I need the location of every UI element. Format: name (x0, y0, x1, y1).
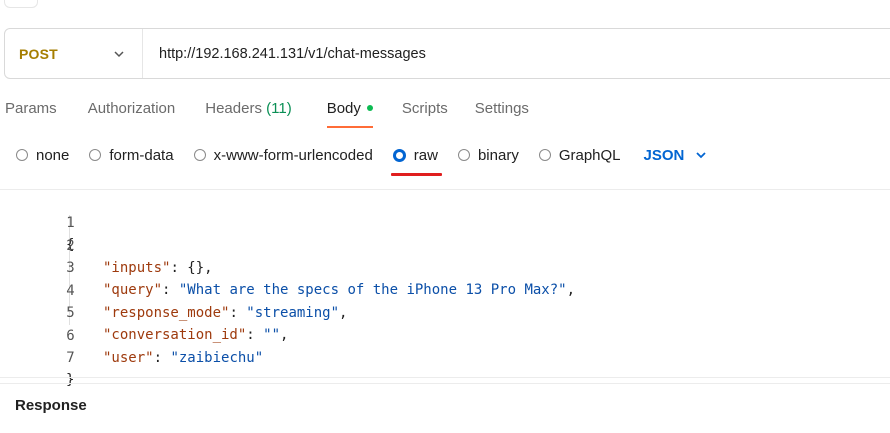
line-number: 3 (66, 260, 75, 276)
radio-none[interactable]: none (16, 140, 69, 170)
divider (0, 383, 890, 384)
json-value: {} (187, 260, 205, 276)
tab-label: Body (326, 100, 361, 117)
radio-label: x-www-form-urlencoded (213, 146, 373, 164)
json-key: "user" (103, 350, 154, 366)
method-dropdown[interactable]: POST (5, 29, 143, 78)
request-tabs: Params Authorization Headers (11) Body S… (0, 96, 529, 130)
line-number: 5 (66, 305, 75, 321)
radio-circle-icon (16, 149, 28, 161)
code-line: 7 } (0, 325, 75, 388)
top-tab-stub (4, 0, 38, 8)
radio-label: form-data (109, 146, 174, 164)
code-editor[interactable]: 1 { 2 "inputs": {}, 3 "query": "What are… (0, 190, 890, 388)
json-trail: , (204, 260, 213, 276)
radio-selected-icon (392, 148, 406, 162)
language-dropdown[interactable]: JSON (644, 147, 709, 164)
language-label: JSON (643, 146, 685, 164)
tab-label: Scripts (401, 100, 448, 117)
body-type-selector: none form-data x-www-form-urlencoded raw… (0, 140, 709, 176)
chevron-down-icon (696, 152, 707, 159)
tab-settings[interactable]: Settings (475, 96, 529, 130)
tab-label: Headers (205, 100, 262, 117)
body-active-dot (366, 105, 373, 112)
url-bar: POST http://192.168.241.131/v1/chat-mess… (4, 28, 890, 79)
radio-raw[interactable]: raw (390, 140, 443, 176)
tab-label: Authorization (87, 100, 176, 117)
radio-label: binary (477, 146, 519, 164)
radio-x-www-form-urlencoded[interactable]: x-www-form-urlencoded (193, 140, 373, 170)
json-key: "conversation_id" (103, 327, 247, 343)
tab-headers[interactable]: Headers (11) (205, 96, 291, 130)
tab-body[interactable]: Body (326, 96, 374, 130)
json-key: "response_mode" (103, 305, 230, 321)
json-trail: , (566, 282, 576, 298)
json-trail: , (339, 305, 348, 321)
code-line: 2 "inputs": {}, (0, 213, 212, 276)
json-value: "" (263, 327, 281, 343)
tab-authorization[interactable]: Authorization (88, 96, 176, 130)
radio-label: GraphQL (558, 146, 621, 164)
json-value: "zaibiechu" (170, 350, 264, 366)
radio-form-data[interactable]: form-data (89, 140, 174, 170)
line-number: 7 (66, 350, 75, 366)
chevron-down-icon (114, 50, 124, 57)
radio-binary[interactable]: binary (457, 140, 519, 170)
line-number: 1 (66, 215, 75, 231)
close-brace: } (66, 372, 75, 388)
json-value: "streaming" (246, 305, 340, 321)
code-line: 1 { (0, 190, 75, 253)
code-line: 5 "conversation_id": "", (0, 280, 288, 343)
tab-scripts[interactable]: Scripts (402, 96, 448, 130)
json-key: "query" (103, 282, 163, 298)
divider (0, 377, 890, 378)
radio-circle-icon (193, 149, 206, 161)
radio-label: none (36, 146, 70, 164)
json-trail: , (280, 327, 289, 343)
radio-circle-icon (89, 149, 102, 161)
headers-count: (11) (266, 100, 292, 117)
radio-circle-icon (538, 149, 551, 161)
tab-params[interactable]: Params (5, 96, 57, 130)
code-line: 6 "user": "zaibiechu" (0, 303, 263, 366)
radio-label: raw (413, 146, 438, 164)
tab-label: Settings (474, 100, 529, 117)
method-label: POST (19, 45, 58, 62)
radio-circle-icon (457, 149, 470, 161)
json-key: "inputs" (103, 260, 171, 276)
url-input[interactable]: http://192.168.241.131/v1/chat-messages (143, 46, 426, 62)
response-section-title[interactable]: Response (15, 397, 87, 414)
code-line: 4 "response_mode": "streaming", (0, 258, 347, 321)
code-line: 3 "query": "What are the specs of the iP… (0, 235, 575, 298)
json-value: "What are the specs of the iPhone 13 Pro… (178, 282, 567, 298)
tab-label: Params (5, 100, 57, 117)
line-number: 6 (66, 328, 75, 344)
line-number: 4 (66, 283, 75, 299)
radio-graphql[interactable]: GraphQL (538, 140, 621, 170)
line-number: 2 (66, 238, 75, 254)
